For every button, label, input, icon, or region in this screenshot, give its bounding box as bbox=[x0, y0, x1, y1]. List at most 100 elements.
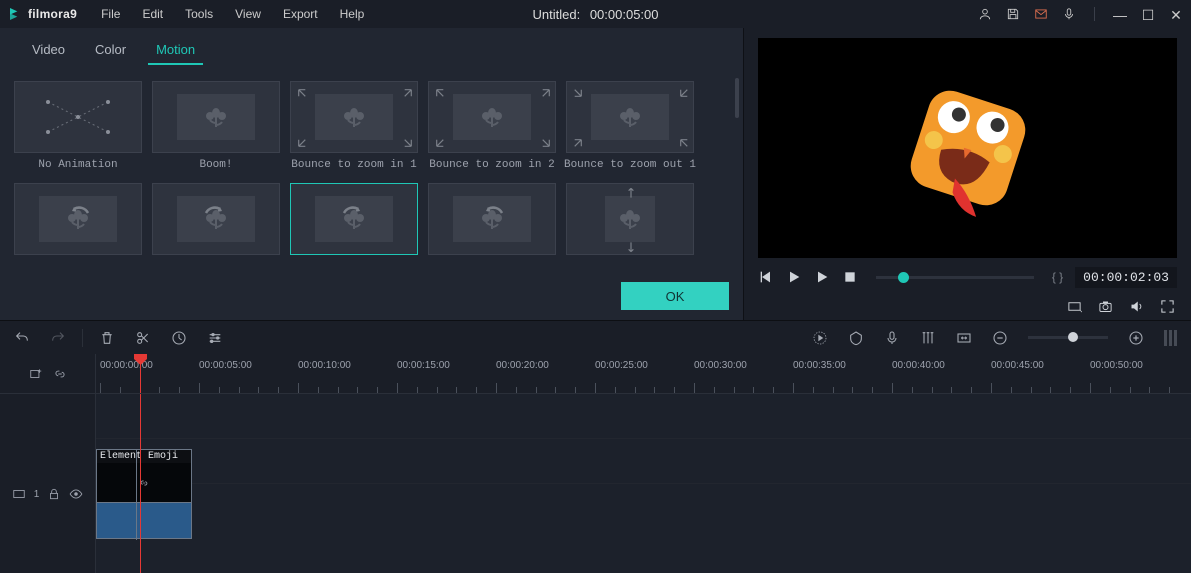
preview-content bbox=[893, 73, 1043, 223]
divider bbox=[1094, 7, 1095, 21]
track-area[interactable]: Element Emoji bbox=[96, 394, 1191, 573]
preview-viewport[interactable] bbox=[758, 38, 1177, 258]
motion-preset[interactable]: Boom! bbox=[152, 81, 280, 171]
timeline-clip[interactable]: Element Emoji bbox=[96, 449, 192, 539]
tab-video[interactable]: Video bbox=[30, 38, 67, 65]
motion-preset[interactable] bbox=[566, 183, 694, 261]
tab-motion[interactable]: Motion bbox=[154, 38, 197, 65]
playhead[interactable] bbox=[140, 354, 141, 393]
track-lane bbox=[96, 394, 1191, 439]
link-icon[interactable] bbox=[53, 367, 67, 381]
menu-tools[interactable]: Tools bbox=[175, 3, 223, 25]
add-track-icon[interactable] bbox=[29, 367, 43, 381]
ruler-label: 00:00:20:00 bbox=[496, 360, 549, 371]
menu-edit[interactable]: Edit bbox=[132, 3, 173, 25]
ruler-label: 00:00:35:00 bbox=[793, 360, 846, 371]
clip-video bbox=[97, 463, 191, 502]
lock-icon[interactable] bbox=[47, 487, 61, 501]
motion-label: Boom! bbox=[199, 159, 232, 171]
motion-thumb[interactable] bbox=[290, 81, 418, 153]
motion-thumb[interactable] bbox=[428, 81, 556, 153]
motion-preset[interactable] bbox=[152, 183, 280, 261]
adjust-icon[interactable] bbox=[207, 330, 223, 346]
mail-icon[interactable] bbox=[1034, 7, 1048, 21]
stop-icon[interactable] bbox=[842, 269, 858, 285]
menu-export[interactable]: Export bbox=[273, 3, 328, 25]
motion-preset[interactable]: Bounce to zoom in 2 bbox=[428, 81, 556, 171]
play-alt-icon[interactable] bbox=[814, 269, 830, 285]
ruler-label: 00:00:40:00 bbox=[892, 360, 945, 371]
motion-thumb[interactable] bbox=[566, 81, 694, 153]
ruler-label: 00:00:15:00 bbox=[397, 360, 450, 371]
mixer-icon[interactable] bbox=[920, 330, 936, 346]
window-maximize-icon[interactable]: ☐ bbox=[1141, 7, 1155, 21]
titlebar-right: — ☐ ✕ bbox=[978, 7, 1183, 21]
motion-preset[interactable]: Bounce to zoom in 1 bbox=[290, 81, 418, 171]
visibility-icon[interactable] bbox=[69, 487, 83, 501]
save-icon[interactable] bbox=[1006, 7, 1020, 21]
window-minimize-icon[interactable]: — bbox=[1113, 7, 1127, 21]
account-icon[interactable] bbox=[978, 7, 992, 21]
motion-thumb[interactable] bbox=[152, 81, 280, 153]
tracks: 1 Element Emoji bbox=[0, 394, 1191, 573]
motion-preset[interactable] bbox=[14, 183, 142, 261]
main-menu: File Edit Tools View Export Help bbox=[91, 3, 374, 25]
motion-label: Bounce to zoom in 2 bbox=[429, 159, 554, 171]
track-lane bbox=[96, 439, 1191, 484]
title-text: Untitled: bbox=[532, 7, 580, 22]
seek-knob[interactable] bbox=[898, 272, 909, 283]
time-ruler[interactable]: 00:00:00:0000:00:05:0000:00:10:0000:00:1… bbox=[96, 354, 1191, 393]
undo-icon[interactable] bbox=[14, 330, 30, 346]
motion-thumb[interactable] bbox=[14, 183, 142, 255]
ruler-label: 00:00:05:00 bbox=[199, 360, 252, 371]
menu-help[interactable]: Help bbox=[330, 3, 375, 25]
menu-file[interactable]: File bbox=[91, 3, 130, 25]
delete-icon[interactable] bbox=[99, 330, 115, 346]
render-icon[interactable] bbox=[812, 330, 828, 346]
split-icon[interactable] bbox=[135, 330, 151, 346]
motion-label: No Animation bbox=[38, 159, 117, 171]
window-close-icon[interactable]: ✕ bbox=[1169, 7, 1183, 21]
scrollbar[interactable] bbox=[735, 78, 739, 118]
menu-view[interactable]: View bbox=[225, 3, 271, 25]
playhead-line[interactable] bbox=[140, 394, 141, 573]
fit-icon[interactable] bbox=[956, 330, 972, 346]
motion-thumb[interactable] bbox=[14, 81, 142, 153]
redo-icon[interactable] bbox=[50, 330, 66, 346]
motion-preset[interactable]: Bounce to zoom out 1 bbox=[566, 81, 694, 171]
motion-thumb[interactable] bbox=[566, 183, 694, 255]
zoom-knob[interactable] bbox=[1068, 332, 1078, 342]
marker-icon[interactable] bbox=[848, 330, 864, 346]
play-icon[interactable] bbox=[786, 269, 802, 285]
marker-braces[interactable]: { } bbox=[1052, 270, 1063, 284]
seek-bar[interactable] bbox=[876, 276, 1034, 279]
zoom-in-icon[interactable] bbox=[1128, 330, 1144, 346]
current-timecode: 00:00:02:03 bbox=[1075, 267, 1177, 288]
motion-label: Bounce to zoom in 1 bbox=[291, 159, 416, 171]
motion-thumb[interactable] bbox=[428, 183, 556, 255]
motion-preset[interactable] bbox=[428, 183, 556, 261]
voiceover-icon[interactable] bbox=[884, 330, 900, 346]
tab-color[interactable]: Color bbox=[93, 38, 128, 65]
prev-frame-icon[interactable] bbox=[758, 269, 774, 285]
motion-panel: Video Color Motion No Animation Boom! Boun… bbox=[0, 28, 744, 320]
transport-controls: { } 00:00:02:03 bbox=[744, 262, 1191, 292]
zoom-out-icon[interactable] bbox=[992, 330, 1008, 346]
video-track-head: 1 bbox=[0, 449, 95, 539]
volume-icon[interactable] bbox=[1129, 299, 1144, 314]
ruler-label: 00:00:10:00 bbox=[298, 360, 351, 371]
mic-icon[interactable] bbox=[1062, 7, 1076, 21]
track-manager-icon[interactable] bbox=[1164, 330, 1177, 346]
motion-preset[interactable] bbox=[290, 183, 418, 261]
ok-button[interactable]: OK bbox=[621, 282, 729, 310]
spacer-head bbox=[0, 394, 95, 449]
fullscreen-icon[interactable] bbox=[1160, 299, 1175, 314]
zoom-slider[interactable] bbox=[1028, 336, 1108, 339]
ruler-row: 00:00:00:0000:00:05:0000:00:10:0000:00:1… bbox=[0, 354, 1191, 394]
motion-thumb[interactable] bbox=[152, 183, 280, 255]
speed-icon[interactable] bbox=[171, 330, 187, 346]
quality-icon[interactable] bbox=[1067, 299, 1082, 314]
snapshot-icon[interactable] bbox=[1098, 299, 1113, 314]
motion-preset[interactable]: No Animation bbox=[14, 81, 142, 171]
motion-thumb[interactable] bbox=[290, 183, 418, 255]
